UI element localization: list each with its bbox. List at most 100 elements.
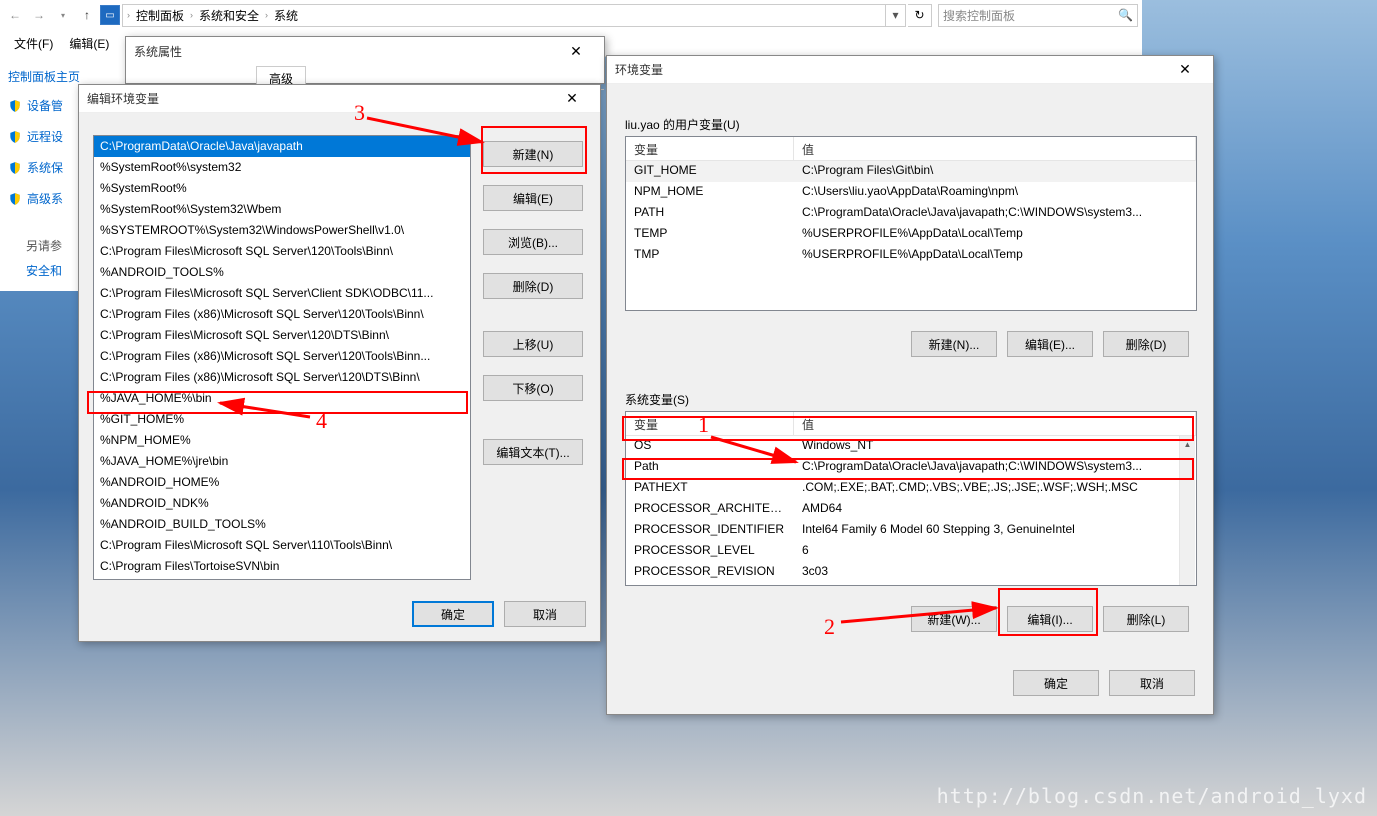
table-row[interactable]: NPM_HOMEC:\Users\liu.yao\AppData\Roaming… — [626, 182, 1196, 203]
titlebar[interactable]: 环境变量 ✕ — [607, 56, 1213, 84]
table-row[interactable]: PROCESSOR_ARCHITECT...AMD64 — [626, 499, 1196, 520]
titlebar[interactable]: 编辑环境变量 ✕ — [79, 85, 600, 113]
list-item[interactable]: C:\Program Files\Microsoft SQL Server\12… — [94, 325, 470, 346]
chevron-right-icon: › — [265, 10, 268, 20]
list-item[interactable]: %ANDROID_HOME% — [94, 472, 470, 493]
table-row[interactable]: TEMP%USERPROFILE%\AppData\Local\Temp — [626, 224, 1196, 245]
user-delete-button[interactable]: 删除(D) — [1103, 331, 1189, 357]
cell-var: PROCESSOR_REVISION — [626, 562, 794, 583]
cancel-button[interactable]: 取消 — [1109, 670, 1195, 696]
search-placeholder: 搜索控制面板 — [943, 7, 1015, 24]
user-new-button[interactable]: 新建(N)... — [911, 331, 997, 357]
list-item[interactable]: %ANDROID_BUILD_TOOLS% — [94, 514, 470, 535]
scroll-up-icon[interactable]: ▲ — [1180, 436, 1195, 452]
list-item[interactable]: %SystemRoot% — [94, 178, 470, 199]
cell-val: AMD64 — [794, 499, 1196, 520]
btn-label: 删除(D) — [513, 278, 554, 295]
recent-dropdown[interactable]: ▾ — [52, 4, 74, 26]
table-row[interactable]: PROCESSOR_IDENTIFIERIntel64 Family 6 Mod… — [626, 520, 1196, 541]
table-row[interactable]: TMP%USERPROFILE%\AppData\Local\Temp — [626, 245, 1196, 266]
system-delete-button[interactable]: 删除(L) — [1103, 606, 1189, 632]
user-edit-button[interactable]: 编辑(E)... — [1007, 331, 1093, 357]
col-variable[interactable]: 变量 — [626, 412, 794, 435]
cell-var: PATH — [626, 203, 794, 224]
list-item[interactable]: C:\Program Files (x86)\Microsoft SQL Ser… — [94, 304, 470, 325]
moveup-button[interactable]: 上移(U) — [483, 331, 583, 357]
dialog-title: 系统属性 — [134, 43, 556, 60]
env-vars-dialog: 环境变量 ✕ liu.yao 的用户变量(U) 变量 值 GIT_HOMEC:\… — [606, 55, 1214, 715]
cell-var: TEMP — [626, 224, 794, 245]
breadcrumb-seg-2[interactable]: 系统 — [270, 5, 302, 26]
sidebar-home-link[interactable]: 控制面板主页 — [8, 68, 122, 85]
close-button[interactable]: ✕ — [556, 40, 596, 62]
cell-val: Intel64 Family 6 Model 60 Stepping 3, Ge… — [794, 520, 1196, 541]
ok-button[interactable]: 确定 — [1013, 670, 1099, 696]
back-button[interactable]: ← — [4, 4, 26, 26]
list-item[interactable]: %ANDROID_NDK% — [94, 493, 470, 514]
col-value[interactable]: 值 — [794, 412, 1196, 435]
chevron-right-icon: › — [190, 10, 193, 20]
list-item[interactable]: C:\Program Files (x86)\Microsoft SQL Ser… — [94, 367, 470, 388]
table-row[interactable]: PATHEXT.COM;.EXE;.BAT;.CMD;.VBS;.VBE;.JS… — [626, 478, 1196, 499]
btn-label: 编辑(E) — [513, 190, 553, 207]
table-row[interactable]: PROCESSOR_REVISION3c03 — [626, 562, 1196, 583]
col-variable[interactable]: 变量 — [626, 137, 794, 160]
system-new-button[interactable]: 新建(W)... — [911, 606, 997, 632]
col-value[interactable]: 值 — [794, 137, 1196, 160]
new-button[interactable]: 新建(N) — [483, 141, 583, 167]
list-item[interactable]: C:\Program Files\Microsoft SQL Server\12… — [94, 241, 470, 262]
control-panel-icon: ▭ — [100, 5, 120, 25]
list-item[interactable]: %ANDROID_TOOLS% — [94, 262, 470, 283]
ok-button[interactable]: 确定 — [412, 601, 494, 627]
edit-button[interactable]: 编辑(E) — [483, 185, 583, 211]
scrollbar[interactable]: ▲ — [1179, 436, 1195, 585]
list-item[interactable]: %SystemRoot%\system32 — [94, 157, 470, 178]
menu-edit[interactable]: 编辑(E) — [69, 35, 109, 52]
table-row[interactable]: PROCESSOR_LEVEL6 — [626, 541, 1196, 562]
table-row[interactable]: PATHC:\ProgramData\Oracle\Java\javapath;… — [626, 203, 1196, 224]
close-button[interactable]: ✕ — [552, 88, 592, 110]
menu-file[interactable]: 文件(F) — [14, 35, 53, 52]
list-item[interactable]: C:\Program Files\Microsoft SQL Server\Cl… — [94, 283, 470, 304]
titlebar[interactable]: 系统属性 ✕ — [126, 37, 604, 65]
cancel-button[interactable]: 取消 — [504, 601, 586, 627]
table-row[interactable]: GIT_HOMEC:\Program Files\Git\bin\ — [626, 161, 1196, 182]
list-item[interactable]: C:\Program Files\TortoiseSVN\bin — [94, 556, 470, 577]
table-header: 变量 值 — [626, 412, 1196, 436]
forward-button[interactable]: → — [28, 4, 50, 26]
breadcrumb-seg-0[interactable]: 控制面板 — [132, 5, 188, 26]
address-dropdown[interactable]: ▾ — [885, 5, 905, 26]
list-item[interactable]: C:\Program Files\Microsoft SQL Server\11… — [94, 535, 470, 556]
search-icon: 🔍 — [1118, 8, 1133, 22]
btn-label: 删除(D) — [1126, 336, 1167, 353]
search-input[interactable]: 搜索控制面板 🔍 — [938, 4, 1138, 27]
table-header: 变量 值 — [626, 137, 1196, 161]
close-button[interactable]: ✕ — [1165, 59, 1205, 81]
table-row[interactable]: OSWindows_NT — [626, 436, 1196, 457]
address-bar[interactable]: › 控制面板 › 系统和安全 › 系统 ▾ — [122, 4, 906, 27]
movedown-button[interactable]: 下移(O) — [483, 375, 583, 401]
list-item[interactable]: %JAVA_HOME%\bin — [94, 388, 470, 409]
up-button[interactable]: ↑ — [76, 4, 98, 26]
table-row[interactable]: PathC:\ProgramData\Oracle\Java\javapath;… — [626, 457, 1196, 478]
breadcrumb-seg-1[interactable]: 系统和安全 — [195, 5, 263, 26]
system-vars-table[interactable]: 变量 值 OSWindows_NTPathC:\ProgramData\Orac… — [625, 411, 1197, 586]
shield-icon — [8, 161, 22, 175]
user-vars-table[interactable]: 变量 值 GIT_HOMEC:\Program Files\Git\bin\NP… — [625, 136, 1197, 311]
list-item[interactable]: %GIT_HOME% — [94, 409, 470, 430]
cell-var: PROCESSOR_LEVEL — [626, 541, 794, 562]
list-item[interactable]: %NPM_HOME% — [94, 430, 470, 451]
list-item[interactable]: %JAVA_HOME%\jre\bin — [94, 451, 470, 472]
refresh-button[interactable]: ↻ — [908, 4, 932, 27]
browse-button[interactable]: 浏览(B)... — [483, 229, 583, 255]
system-edit-button[interactable]: 编辑(I)... — [1007, 606, 1093, 632]
list-item[interactable]: C:\Program Files (x86)\Microsoft SQL Ser… — [94, 346, 470, 367]
list-item[interactable]: C:\ProgramData\Oracle\Java\javapath — [94, 136, 470, 157]
edittext-button[interactable]: 编辑文本(T)... — [483, 439, 583, 465]
list-item[interactable]: %SYSTEMROOT%\System32\WindowsPowerShell\… — [94, 220, 470, 241]
path-listbox[interactable]: C:\ProgramData\Oracle\Java\javapath%Syst… — [93, 135, 471, 580]
cell-val: .COM;.EXE;.BAT;.CMD;.VBS;.VBE;.JS;.JSE;.… — [794, 478, 1196, 499]
delete-button[interactable]: 删除(D) — [483, 273, 583, 299]
list-item[interactable]: %SystemRoot%\System32\Wbem — [94, 199, 470, 220]
system-properties-dialog: 系统属性 ✕ 高级 — [125, 36, 605, 84]
